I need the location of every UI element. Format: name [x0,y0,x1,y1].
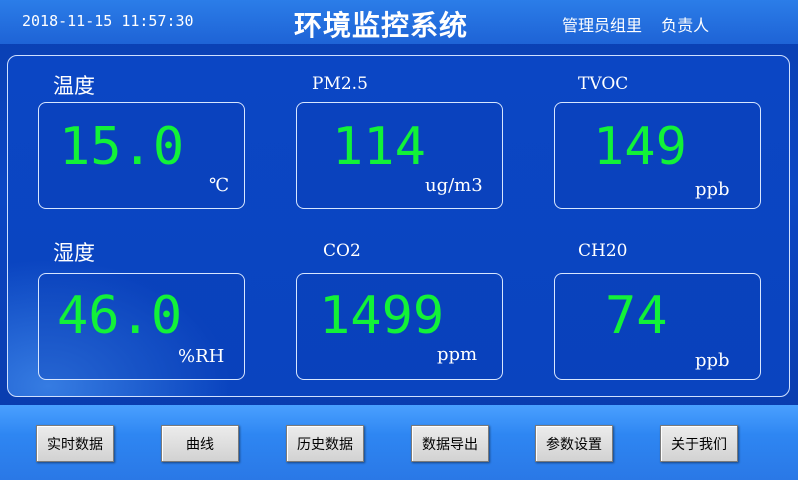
tvoc-unit: ppb [695,179,730,200]
temperature-label: 温度 [53,74,95,98]
curve-button[interactable]: 曲线 [161,425,239,462]
ch2o-value: 74 [605,286,668,346]
responsible-person-label[interactable]: 负责人 [661,16,709,35]
co2-card: 1499 ppm [296,273,503,380]
humidity-label: 湿度 [53,241,95,265]
temperature-unit: ℃ [209,175,230,196]
about-us-button[interactable]: 关于我们 [660,425,738,462]
ch2o-card: 74 ppb [554,273,761,380]
co2-value: 1499 [319,286,445,346]
co2-label: CO2 [323,241,361,261]
ch2o-label: CH20 [578,241,628,261]
pm25-label: PM2.5 [312,74,368,94]
parameter-settings-button[interactable]: 参数设置 [535,425,613,462]
co2-unit: ppm [437,344,478,365]
tvoc-label: TVOC [578,74,629,94]
header-bar: 2018-11-15 11:57:30 环境监控系统 管理员组里 负责人 [0,0,798,44]
admin-group-label[interactable]: 管理员组里 [562,16,642,35]
history-data-button[interactable]: 历史数据 [286,425,364,462]
ch2o-unit: ppb [695,350,730,371]
temperature-card: 15.0 ℃ [38,102,245,209]
humidity-unit: %RH [178,346,225,367]
pm25-value: 114 [332,117,426,177]
user-info: 管理员组里 负责人 [562,12,709,36]
humidity-card: 46.0 %RH [38,273,245,380]
sensor-panel: 温度 PM2.5 TVOC 15.0 ℃ 114 ug/m3 149 ppb 湿… [7,55,790,397]
pm25-card: 114 ug/m3 [296,102,503,209]
data-export-button[interactable]: 数据导出 [411,425,489,462]
humidity-value: 46.0 [57,286,183,346]
datetime-display: 2018-11-15 11:57:30 [22,12,194,30]
tvoc-value: 149 [593,117,687,177]
tvoc-card: 149 ppb [554,102,761,209]
temperature-value: 15.0 [59,117,185,177]
bottom-nav-bar: 实时数据 曲线 历史数据 数据导出 参数设置 关于我们 [0,405,798,480]
realtime-data-button[interactable]: 实时数据 [36,425,114,462]
pm25-unit: ug/m3 [425,175,483,196]
page-title: 环境监控系统 [294,9,469,42]
